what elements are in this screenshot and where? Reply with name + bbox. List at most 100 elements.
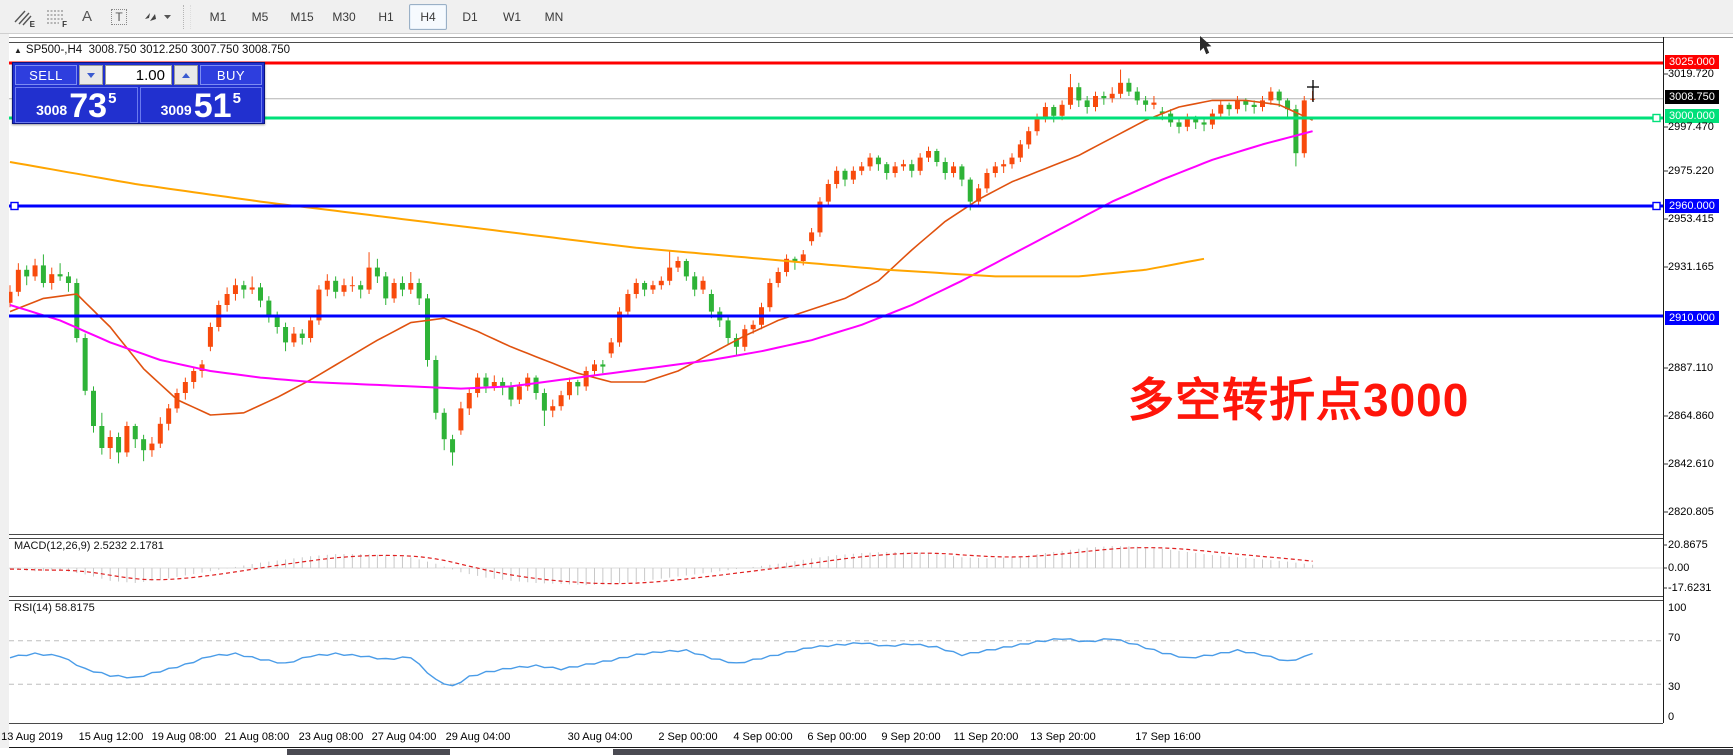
line-handle[interactable]: [11, 203, 18, 210]
candle-body: [1135, 92, 1140, 101]
text-object-icon[interactable]: T: [104, 4, 134, 30]
price-axis-label: 2975.220: [1668, 164, 1714, 178]
candle-body: [325, 281, 330, 290]
buy-button[interactable]: BUY: [200, 65, 262, 85]
volume-input[interactable]: [105, 65, 172, 85]
candle-body: [266, 301, 271, 316]
candle-body: [108, 437, 113, 448]
candle-body: [834, 171, 839, 184]
price-axis-label: 2910.000: [1665, 311, 1719, 325]
candle-body: [458, 408, 463, 430]
volume-increase-button[interactable]: [174, 65, 198, 85]
bid-price-big: 73: [69, 91, 107, 121]
candle-body: [333, 281, 338, 292]
timeframe-button-M30[interactable]: M30: [325, 4, 363, 30]
one-click-trading-panel: SELL BUY 3008 73 5 3009 51 5: [12, 62, 265, 124]
buy-price-button[interactable]: 3009 51 5: [140, 87, 263, 123]
candle-body: [49, 274, 54, 283]
candle-body: [350, 285, 355, 286]
bid-price-main: 3008: [36, 102, 67, 118]
candle-body: [609, 342, 614, 353]
text-label-icon[interactable]: A: [72, 4, 102, 30]
candle-body: [375, 268, 380, 277]
timeframe-button-W1[interactable]: W1: [493, 4, 531, 30]
symbol-ohlc-text: SP500-,H4 3008.750 3012.250 3007.750 300…: [26, 44, 290, 56]
candle-body: [116, 437, 121, 452]
candle-body: [642, 283, 647, 290]
candle-body: [1085, 100, 1090, 107]
chart-text-annotation[interactable]: 多空转折点3000: [1128, 364, 1469, 430]
time-axis-label: 30 Aug 04:00: [568, 731, 633, 743]
indicator-axis-label: 100: [1668, 601, 1686, 615]
price-axis-label: 2820.805: [1668, 505, 1714, 519]
timeframe-button-M5[interactable]: M5: [241, 4, 279, 30]
indicator-axis-label: 0.00: [1668, 561, 1689, 575]
line-handle[interactable]: [1653, 203, 1660, 210]
candle-body: [1268, 92, 1273, 101]
candle-body: [58, 274, 63, 276]
status-strip-segment: [613, 749, 1733, 755]
candle-body: [692, 276, 697, 289]
timeframe-button-MN[interactable]: MN: [535, 4, 573, 30]
candle-body: [684, 261, 689, 276]
candle-body: [1293, 109, 1298, 153]
timeframe-button-D1[interactable]: D1: [451, 4, 489, 30]
ask-price-main: 3009: [161, 102, 192, 118]
candle-body: [275, 316, 280, 327]
candle-body: [467, 393, 472, 408]
fibonacci-icon[interactable]: F: [40, 4, 70, 30]
candle-body: [1018, 144, 1023, 157]
candle-body: [1076, 87, 1081, 100]
candle-body: [149, 444, 154, 451]
price-axis-label: 2960.000: [1665, 199, 1719, 213]
timeframe-button-M1[interactable]: M1: [199, 4, 237, 30]
chevron-down-icon: [87, 73, 95, 78]
candle-body: [676, 261, 681, 268]
candle-body: [342, 285, 347, 292]
candle-body: [158, 424, 163, 444]
timeframe-button-H4[interactable]: H4: [409, 4, 447, 30]
candle-body: [74, 283, 79, 338]
tool-letter: F: [62, 20, 67, 29]
candle-body: [542, 393, 547, 411]
arrow-objects-icon[interactable]: [136, 4, 176, 30]
candle-body: [258, 287, 263, 300]
time-axis-label: 6 Sep 00:00: [807, 731, 866, 743]
candle-body: [166, 408, 171, 423]
timeframe-button-H1[interactable]: H1: [367, 4, 405, 30]
line-handle[interactable]: [1653, 115, 1660, 122]
candle-body: [575, 382, 580, 386]
candle-body: [33, 265, 38, 276]
ma-mid: [10, 131, 1313, 388]
candle-body: [425, 298, 430, 360]
time-axis-label: 29 Aug 04:00: [446, 731, 511, 743]
candle-body: [1252, 105, 1257, 107]
sell-price-button[interactable]: 3008 73 5: [15, 87, 138, 123]
candle-body: [859, 166, 864, 170]
candle-body: [843, 171, 848, 180]
indicator-axis-label: 0: [1668, 710, 1674, 724]
candle-body: [926, 151, 931, 158]
candle-body: [943, 162, 948, 173]
candle-body: [233, 285, 238, 294]
collapse-triangle-icon[interactable]: ▲: [14, 46, 22, 55]
candle-body: [1010, 158, 1015, 165]
price-axis-label: 2931.165: [1668, 260, 1714, 274]
candle-body: [450, 439, 455, 452]
candle-body: [417, 283, 422, 298]
price-axis-label: 2997.470: [1668, 120, 1714, 134]
candle-body: [392, 283, 397, 298]
candle-body: [934, 151, 939, 162]
sell-button[interactable]: SELL: [15, 65, 77, 85]
equidistant-channel-icon[interactable]: E: [8, 4, 38, 30]
candle-body: [16, 270, 21, 292]
ma-slow: [10, 162, 1204, 276]
candle-body: [400, 283, 405, 290]
candle-body: [876, 158, 881, 165]
candle-body: [475, 378, 480, 393]
volume-decrease-button[interactable]: [79, 65, 103, 85]
ma-fast: [10, 100, 1313, 415]
time-axis-label: 19 Aug 08:00: [152, 731, 217, 743]
indicator-axis-label: -17.6231: [1668, 581, 1711, 595]
timeframe-button-M15[interactable]: M15: [283, 4, 321, 30]
